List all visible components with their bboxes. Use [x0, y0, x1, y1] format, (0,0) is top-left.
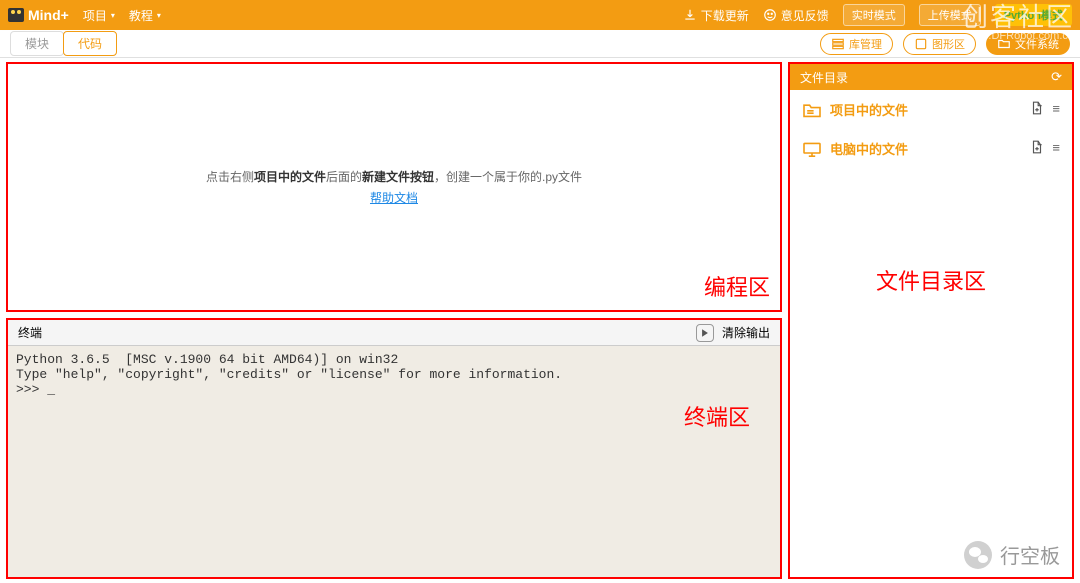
file-row-computer-label: 电脑中的文件 — [830, 139, 908, 158]
view-tabs: 模块 代码 — [10, 31, 116, 56]
logo-text: Mind+ — [28, 7, 69, 23]
lib-icon — [831, 37, 845, 51]
terminal-header: 终端 清除输出 — [8, 320, 780, 346]
right-column: 文件目录 ⟳ 项目中的文件 ≡ 电脑中的文件 — [788, 58, 1080, 583]
file-panel: 文件目录 ⟳ 项目中的文件 ≡ 电脑中的文件 — [788, 62, 1074, 579]
terminal-title: 终端 — [18, 324, 42, 341]
app-logo: Mind+ — [8, 7, 69, 23]
file-area-label: 文件目录区 — [876, 264, 986, 296]
feedback-icon — [763, 8, 777, 22]
watermark-bottom-text: 行空板 — [1000, 540, 1060, 569]
new-file-icon-2[interactable] — [1030, 140, 1044, 157]
feedback-link[interactable]: 意见反馈 — [763, 7, 829, 24]
new-file-icon[interactable] — [1030, 101, 1044, 118]
menu-icon[interactable]: ≡ — [1052, 101, 1060, 118]
watermark-title: 创客社区 — [962, 4, 1074, 30]
editor-hint: 点击右侧项目中的文件后面的新建文件按钮，创建一个属于你的.py文件 — [206, 168, 582, 185]
graphic-icon — [914, 37, 928, 51]
wechat-icon — [964, 541, 992, 569]
file-row-computer[interactable]: 电脑中的文件 ≡ — [790, 129, 1072, 168]
editor-area: 点击右侧项目中的文件后面的新建文件按钮，创建一个属于你的.py文件 帮助文档 编… — [6, 62, 782, 312]
refresh-icon[interactable]: ⟳ — [1051, 69, 1062, 85]
terminal-area-label: 终端区 — [684, 400, 750, 432]
tab-block[interactable]: 模块 — [10, 31, 64, 56]
menu-icon-2[interactable]: ≡ — [1052, 140, 1060, 157]
menu-project[interactable]: 项目 — [83, 7, 115, 24]
help-doc-link[interactable]: 帮助文档 — [370, 189, 418, 206]
watermark-bottom: 行空板 — [964, 540, 1060, 569]
editor-area-label: 编程区 — [704, 270, 770, 302]
terminal-body[interactable]: Python 3.6.5 [MSC v.1900 64 bit AMD64)] … — [8, 346, 780, 577]
left-column: 点击右侧项目中的文件后面的新建文件按钮，创建一个属于你的.py文件 帮助文档 编… — [0, 58, 788, 583]
download-icon — [683, 8, 697, 22]
project-folder-icon — [802, 102, 822, 118]
file-row-project[interactable]: 项目中的文件 ≡ — [790, 90, 1072, 129]
watermark-top: 创客社区 mc.DFRobot.com.cn — [962, 4, 1074, 42]
terminal-area: 终端 清除输出 Python 3.6.5 [MSC v.1900 64 bit … — [6, 318, 782, 579]
run-icon-button[interactable] — [696, 324, 714, 342]
clear-output-button[interactable]: 清除输出 — [722, 324, 770, 341]
run-icon — [700, 328, 710, 338]
file-panel-title: 文件目录 — [800, 69, 848, 86]
watermark-url: mc.DFRobot.com.cn — [962, 30, 1074, 42]
tab-code[interactable]: 代码 — [63, 31, 117, 56]
logo-icon — [8, 8, 24, 22]
app-header: Mind+ 项目 教程 下载更新 意见反馈 实时模式 上传模式 Python模式 — [0, 0, 1080, 30]
computer-folder-icon — [802, 141, 822, 157]
mode-realtime-button[interactable]: 实时模式 — [843, 4, 905, 26]
download-update-link[interactable]: 下载更新 — [683, 7, 749, 24]
toolbar: 模块 代码 库管理 图形区 文件系统 — [0, 30, 1080, 58]
lib-manage-button[interactable]: 库管理 — [820, 33, 893, 55]
menu-tutorial[interactable]: 教程 — [129, 7, 161, 24]
file-row-project-label: 项目中的文件 — [830, 100, 908, 119]
file-panel-header: 文件目录 ⟳ — [790, 64, 1072, 90]
content-area: 点击右侧项目中的文件后面的新建文件按钮，创建一个属于你的.py文件 帮助文档 编… — [0, 58, 1080, 583]
